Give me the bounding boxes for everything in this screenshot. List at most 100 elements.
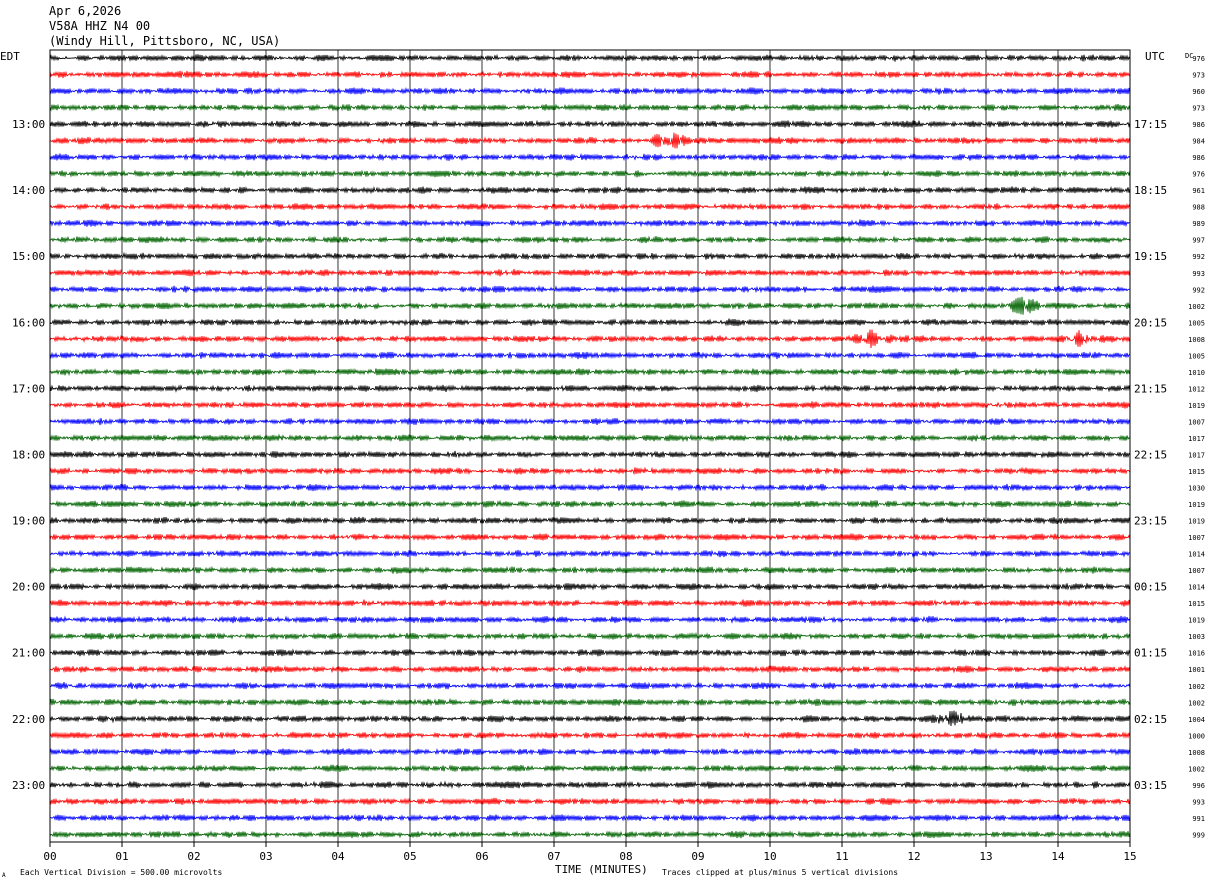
seismic-trace-line — [49, 152, 1131, 162]
dc-value-label: 1008 — [1188, 749, 1205, 757]
seismic-trace-line — [49, 70, 1131, 79]
dc-value-label: 1008 — [1188, 336, 1205, 344]
x-tick-label: 11 — [835, 850, 848, 863]
x-tick-label: 06 — [475, 850, 488, 863]
seismic-trace-line — [49, 648, 1131, 657]
x-tick-label: 07 — [547, 850, 560, 863]
seismic-trace-line — [49, 351, 1131, 360]
right-hour-label: 03:15 — [1134, 779, 1167, 792]
dc-value-label: 1003 — [1188, 633, 1205, 641]
dc-value-label: 1016 — [1188, 650, 1205, 658]
dc-value-label: 993 — [1192, 270, 1205, 278]
dc-value-label: 1007 — [1188, 567, 1205, 575]
x-tick-label: 03 — [259, 850, 272, 863]
x-tick-label: 04 — [331, 850, 345, 863]
dc-value-label: 976 — [1192, 171, 1205, 179]
seismic-trace-line — [49, 417, 1131, 426]
corner-mark: A — [2, 872, 6, 879]
right-hour-label: 01:15 — [1134, 647, 1167, 660]
dc-value-label: 1005 — [1188, 352, 1205, 360]
right-hour-label: 17:15 — [1134, 118, 1167, 131]
dc-value-label: 1014 — [1188, 551, 1205, 559]
dc-value-label: 997 — [1192, 237, 1205, 245]
scale-note: Each Vertical Division = 500.00 microvol… — [20, 868, 222, 877]
seismic-trace-line — [49, 764, 1131, 773]
x-tick-label: 09 — [691, 850, 704, 863]
seismic-trace-line — [49, 780, 1131, 789]
seismic-trace-line — [49, 813, 1131, 822]
seismic-trace-line — [49, 565, 1131, 575]
dc-value-label: 1019 — [1188, 501, 1205, 509]
dc-value-label: 961 — [1192, 187, 1205, 195]
clip-note: Traces clipped at plus/minus 5 vertical … — [662, 868, 898, 877]
x-tick-label: 08 — [619, 850, 632, 863]
dc-value-label: 1010 — [1188, 369, 1205, 377]
seismic-trace-line — [49, 53, 1131, 63]
dc-value-label: 1014 — [1188, 584, 1205, 592]
x-tick-label: 10 — [763, 850, 776, 863]
dc-value-label: 986 — [1192, 121, 1205, 129]
seismic-trace-line — [49, 251, 1131, 261]
left-hour-label: 13:00 — [12, 118, 45, 131]
seismic-trace-line — [49, 681, 1131, 690]
left-hour-label: 14:00 — [12, 184, 45, 197]
dc-value-label: 973 — [1192, 105, 1205, 113]
dc-value-label: 1002 — [1188, 699, 1205, 707]
dc-value-label: 1001 — [1188, 666, 1205, 674]
dc-value-label: 1007 — [1188, 534, 1205, 542]
left-timezone-label: EDT — [0, 50, 20, 63]
plot-frame — [49, 49, 1131, 843]
seismic-trace-line — [49, 615, 1131, 624]
seismic-trace-line — [49, 483, 1131, 492]
seismic-trace-line — [49, 169, 1131, 179]
dc-value-label: 1019 — [1188, 402, 1205, 410]
dc-value-label: 999 — [1192, 831, 1205, 839]
seismic-trace-line — [49, 400, 1131, 409]
dc-value-label: 1017 — [1188, 435, 1205, 443]
seismic-trace-line — [49, 582, 1131, 591]
dc-value-label: 1030 — [1188, 485, 1205, 493]
dc-value-label: 1005 — [1188, 319, 1205, 327]
seismic-trace-line — [49, 466, 1131, 476]
x-tick-label: 14 — [1051, 850, 1065, 863]
seismic-trace-line — [49, 285, 1130, 294]
seismic-trace-line — [49, 86, 1131, 96]
dc-value-label: 1002 — [1188, 683, 1205, 691]
seismic-trace-line — [49, 747, 1131, 757]
left-hour-label: 20:00 — [12, 581, 45, 594]
seismic-trace-line — [49, 329, 1131, 349]
seismic-trace-line — [49, 533, 1131, 542]
left-hour-label: 19:00 — [12, 515, 45, 528]
dc-value-label: 976 — [1192, 55, 1205, 63]
dc-value-label: 1012 — [1188, 385, 1205, 393]
dc-value-label: 992 — [1192, 253, 1205, 261]
seismic-trace-line — [49, 797, 1131, 806]
seismic-trace-line — [49, 632, 1131, 641]
dc-value-label: 996 — [1192, 782, 1205, 790]
seismic-traces — [49, 53, 1131, 839]
left-hour-label: 21:00 — [12, 647, 45, 660]
right-hour-label: 00:15 — [1134, 581, 1167, 594]
dc-value-label: 988 — [1192, 204, 1205, 212]
dc-value-label: 1019 — [1188, 518, 1205, 526]
dc-value-label: 960 — [1192, 88, 1205, 96]
x-tick-label: 02 — [187, 850, 200, 863]
x-tick-labels: 00 01 02 03 04 05 06 07 08 09 10 11 12 13 14 15 — [43, 850, 1136, 863]
dc-value-label: 989 — [1192, 220, 1205, 228]
seismic-trace-line — [49, 499, 1131, 509]
left-hour-label: 23:00 — [12, 779, 45, 792]
dc-value-label: 1019 — [1188, 617, 1205, 625]
seismic-trace-line — [49, 202, 1131, 211]
seismic-trace-line — [49, 433, 1131, 443]
seismic-trace-line — [49, 516, 1131, 525]
left-hour-labels: 13:00 14:00 15:00 16:00 17:00 18:00 19:00 20:00… — [12, 118, 45, 792]
x-tick-label: 13 — [979, 850, 992, 863]
left-hour-label: 15:00 — [12, 250, 45, 263]
dc-value-label: 1004 — [1188, 716, 1205, 724]
seismic-trace-line — [49, 219, 1130, 228]
seismic-trace-line — [49, 268, 1131, 277]
right-hour-labels: 17:15 18:15 19:15 20:15 21:15 22:15 23:15 00:15… — [1134, 118, 1167, 792]
left-hour-label: 18:00 — [12, 448, 45, 461]
seismic-trace-line — [49, 830, 1131, 839]
right-hour-label: 19:15 — [1134, 250, 1167, 263]
